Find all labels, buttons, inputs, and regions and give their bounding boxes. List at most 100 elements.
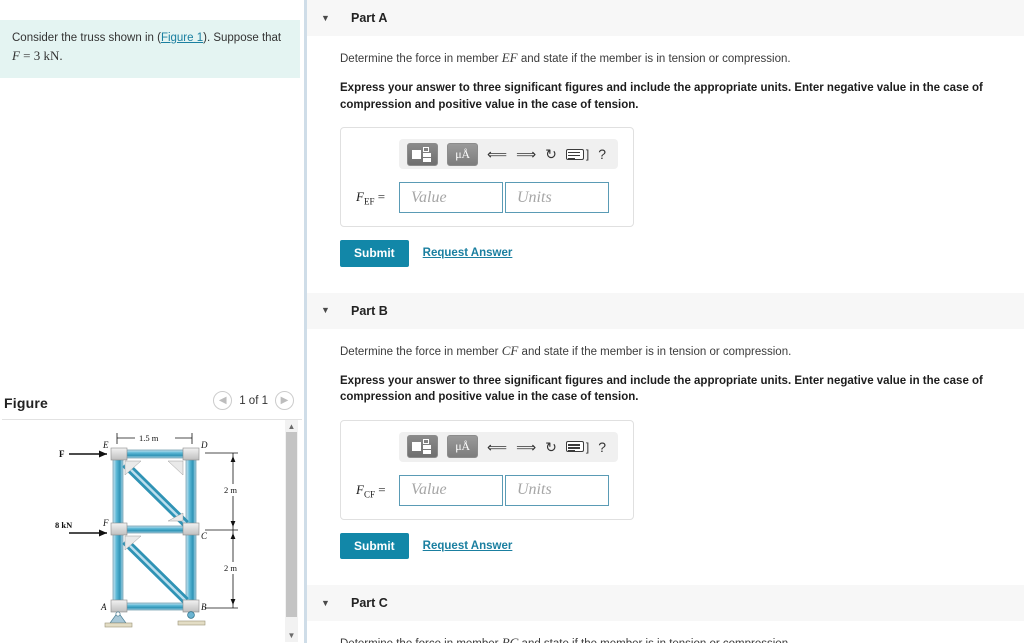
math-template-icon[interactable]: [407, 142, 438, 166]
svg-text:2 m: 2 m: [224, 485, 237, 495]
question-suffix: and state if the member is in tension or…: [521, 345, 792, 358]
units-placeholder: Units: [517, 481, 552, 499]
part-b-header[interactable]: ▼ Part B: [307, 292, 1024, 329]
question-prefix: Determine the force in member: [340, 53, 499, 65]
figure-pager: ◀ 1 of 1 ▶: [213, 391, 294, 410]
caret-down-icon[interactable]: ▼: [321, 598, 331, 608]
redo-arrow-icon[interactable]: ⟹: [516, 440, 536, 454]
part-a-actions: Submit Request Answer: [340, 240, 1024, 267]
part-b-answer-symbol: F: [356, 481, 364, 497]
svg-text:F: F: [102, 518, 109, 528]
given-variable: F: [12, 47, 20, 63]
part-b-body: Determine the force in member CF and sta…: [307, 329, 1024, 586]
figure-panel: Figure ◀ 1 of 1 ▶ F 8 kN E D F C A B 1.5…: [0, 386, 304, 643]
question-suffix: and state if the member is in tension or…: [522, 638, 792, 643]
part-a-block: ▼ Part A Determine the force in member E…: [307, 0, 1024, 293]
part-b-answer-label: FCF =: [356, 481, 386, 500]
reset-circular-arrow-icon[interactable]: ↻: [545, 440, 557, 454]
problem-statement-box: Consider the truss shown in (Figure 1). …: [0, 20, 300, 78]
scroll-down-arrow-icon[interactable]: ▼: [287, 631, 296, 640]
part-a-request-answer-link[interactable]: Request Answer: [423, 247, 513, 259]
part-b-block: ▼ Part B Determine the force in member C…: [307, 292, 1024, 586]
figure-panel-title: Figure: [4, 394, 48, 411]
caret-down-icon[interactable]: ▼: [321, 306, 331, 315]
question-suffix: and state if the member is in tension or…: [520, 53, 791, 65]
question-prefix: Determine the force in member: [340, 345, 499, 358]
part-b-toolbar: μÅ ⟸ ⟹ ↻ ] ?: [399, 431, 618, 462]
greek-unit-icon[interactable]: μÅ: [447, 142, 478, 166]
svg-text:E: E: [102, 440, 109, 450]
math-template-icon[interactable]: [407, 435, 438, 459]
truss-diagram: F 8 kN E D F C A B 1.5 m 2 m 2 m: [55, 420, 255, 642]
part-b-question: Determine the force in member CF and sta…: [340, 343, 1024, 360]
greek-unit-label: μÅ: [455, 146, 470, 161]
keyboard-icon[interactable]: ]: [565, 439, 590, 454]
question-mark-icon[interactable]: ?: [598, 440, 606, 454]
exercise-page: Consider the truss shown in (Figure 1). …: [0, 0, 1024, 643]
part-c-block: ▼ Part C Determine the force in member B…: [307, 585, 1024, 643]
caret-down-icon[interactable]: ▼: [321, 13, 331, 23]
figure-scroll-thumb[interactable]: [286, 432, 297, 617]
part-a-question: Determine the force in member EF and sta…: [340, 50, 1024, 67]
part-a-value-input[interactable]: Value: [399, 182, 503, 214]
part-a-instruction: Express your answer to three significant…: [340, 81, 983, 111]
given-equation: = 3: [23, 47, 41, 63]
figure-header: Figure ◀ 1 of 1 ▶: [0, 386, 304, 419]
svg-text:D: D: [200, 440, 208, 450]
keyboard-icon[interactable]: ]: [565, 147, 590, 162]
units-placeholder: Units: [517, 188, 552, 206]
part-c-question: Determine the force in member BC and sta…: [340, 635, 1024, 643]
reset-circular-arrow-icon[interactable]: ↻: [545, 147, 557, 161]
svg-text:A: A: [100, 602, 107, 612]
part-b-answer-card: μÅ ⟸ ⟹ ↻ ] ? FCF = Value Units: [340, 419, 634, 520]
part-b-request-answer-link[interactable]: Request Answer: [423, 540, 513, 552]
parts-panel: ▼ Part A Determine the force in member E…: [307, 0, 1024, 643]
greek-unit-label: μÅ: [455, 439, 470, 454]
part-a-body: Determine the force in member EF and sta…: [307, 36, 1024, 293]
part-c-title: Part C: [351, 596, 388, 611]
keyboard-bracket-label: ]: [585, 439, 590, 454]
part-b-submit-button[interactable]: Submit: [340, 532, 409, 560]
part-a-toolbar: μÅ ⟸ ⟹ ↻ ] ?: [399, 139, 618, 170]
svg-text:2 m: 2 m: [224, 563, 237, 573]
part-c-body: Determine the force in member BC and sta…: [307, 621, 1024, 643]
part-c-header[interactable]: ▼ Part C: [307, 585, 1024, 622]
part-b-answer-row: FCF = Value Units: [352, 474, 622, 506]
part-b-units-input[interactable]: Units: [505, 474, 609, 506]
part-a-answer-card: μÅ ⟸ ⟹ ↻ ] ? FEF = Value Units: [340, 127, 634, 228]
svg-text:B: B: [201, 602, 207, 612]
keyboard-bracket-label: ]: [585, 147, 590, 162]
figure-1-link[interactable]: Figure 1: [161, 32, 203, 44]
part-a-submit-button[interactable]: Submit: [340, 240, 409, 267]
part-b-member: CF: [501, 342, 519, 358]
part-b-answer-subscript: CF: [363, 489, 375, 500]
question-mark-icon[interactable]: ?: [598, 147, 606, 161]
svg-text:F: F: [59, 449, 65, 459]
undo-arrow-icon[interactable]: ⟸: [487, 440, 507, 454]
problem-text-before: Consider the truss shown in (: [12, 32, 161, 44]
problem-statement-text: Consider the truss shown in (Figure 1). …: [12, 30, 288, 66]
part-c-member: BC: [501, 635, 519, 643]
value-placeholder: Value: [411, 481, 447, 499]
scroll-up-arrow-icon[interactable]: ▲: [287, 422, 296, 431]
given-units: kN: [43, 47, 60, 63]
redo-arrow-icon[interactable]: ⟹: [516, 147, 536, 161]
part-a-answer-label: FEF =: [356, 188, 386, 207]
part-a-header[interactable]: ▼ Part A: [307, 0, 1024, 36]
greek-unit-icon[interactable]: μÅ: [447, 435, 478, 459]
part-b-instruction: Express your answer to three significant…: [340, 374, 983, 404]
svg-text:C: C: [201, 531, 208, 541]
part-a-title: Part A: [351, 11, 388, 25]
chevron-right-icon[interactable]: ▶: [275, 391, 294, 410]
undo-arrow-icon[interactable]: ⟸: [487, 147, 507, 161]
value-placeholder: Value: [411, 188, 447, 206]
part-a-units-input[interactable]: Units: [505, 182, 609, 214]
chevron-left-icon[interactable]: ◀: [213, 391, 233, 410]
svg-text:1.5 m: 1.5 m: [139, 433, 159, 443]
part-a-answer-symbol: F: [356, 188, 364, 204]
problem-text-after: ). Suppose that: [203, 32, 282, 44]
question-prefix: Determine the force in member: [340, 638, 499, 643]
figure-body: F 8 kN E D F C A B 1.5 m 2 m 2 m ▲ ▼: [0, 420, 304, 642]
part-b-value-input[interactable]: Value: [399, 474, 503, 506]
figure-scrollbar[interactable]: ▲ ▼: [285, 420, 298, 642]
